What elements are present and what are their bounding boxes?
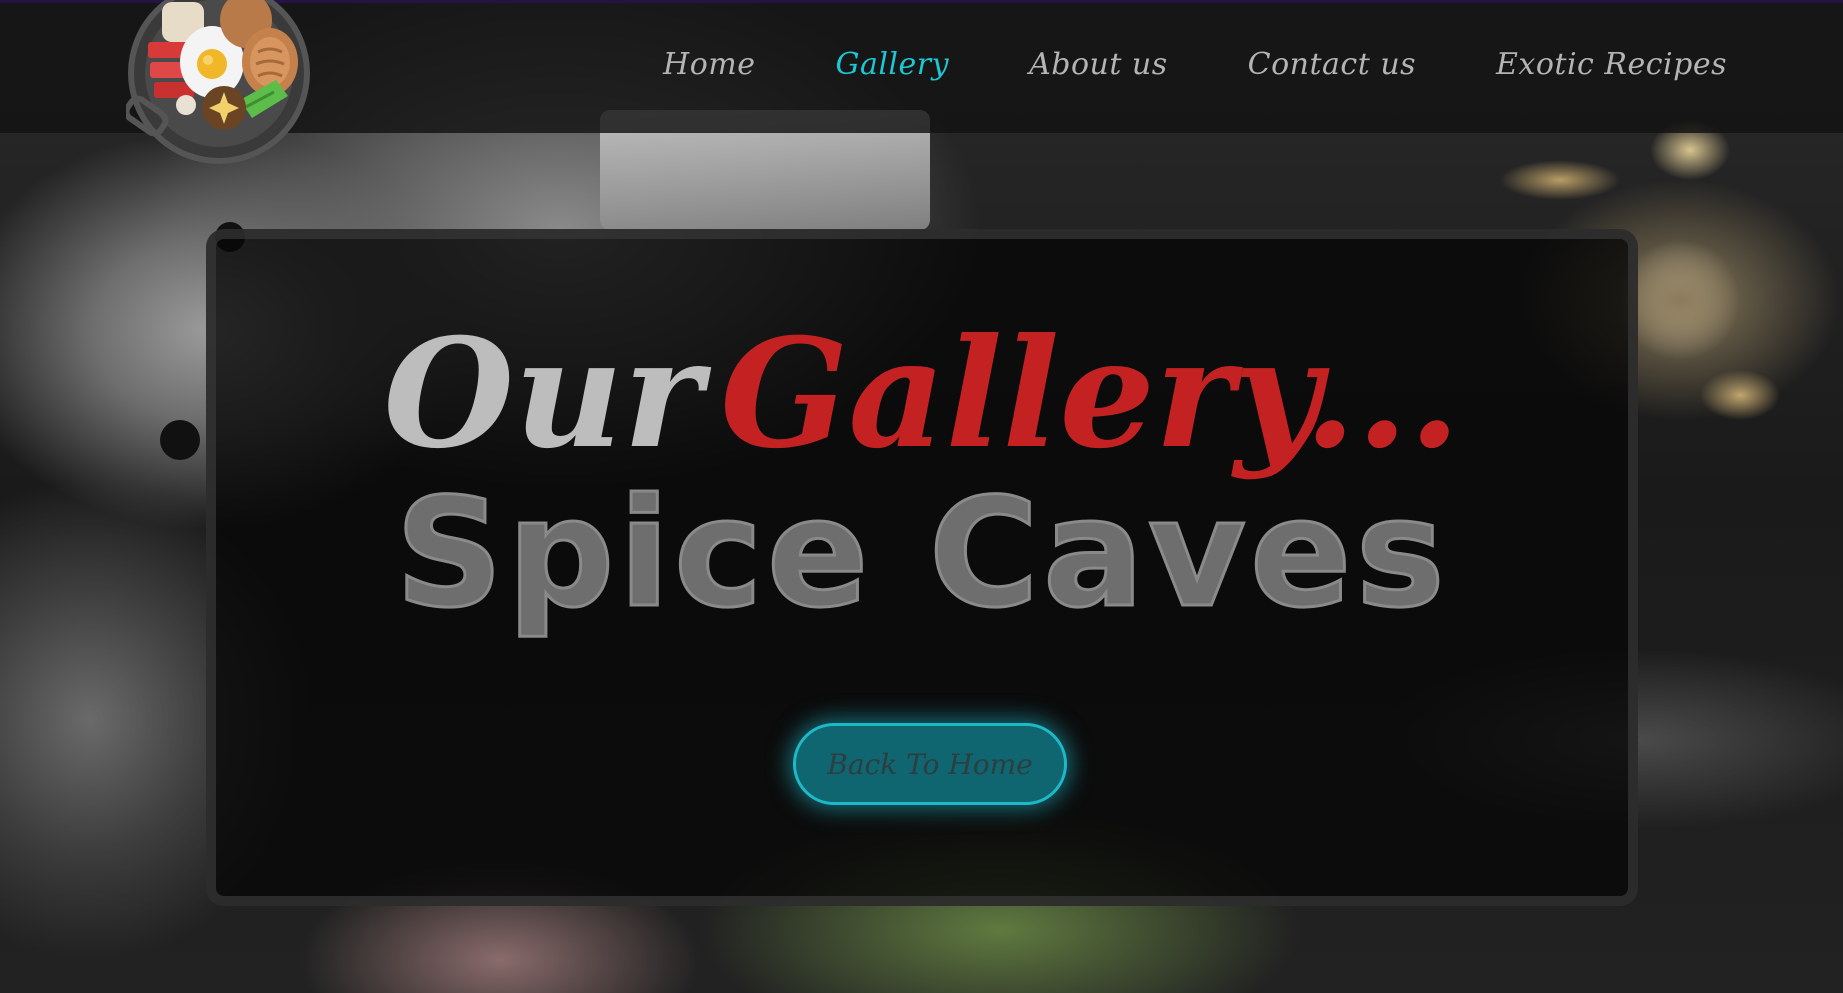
nav-item-gallery[interactable]: Gallery <box>835 47 949 82</box>
chef-button-dot <box>160 420 200 460</box>
nav-item-contact-us[interactable]: Contact us <box>1248 47 1416 82</box>
nav-item-about-us[interactable]: About us <box>1029 47 1168 82</box>
main-nav: Home Gallery About us Contact us Exotic … <box>663 47 1727 82</box>
brand-name: Spice Caves <box>394 467 1449 641</box>
page-title: Our Gallery... <box>216 319 1628 469</box>
title-word-gallery: Gallery... <box>720 306 1461 482</box>
hero-card: Our Gallery... Spice Caves Back To Home <box>206 229 1638 906</box>
nav-item-home[interactable]: Home <box>663 47 755 82</box>
nav-item-exotic-recipes[interactable]: Exotic Recipes <box>1496 47 1727 82</box>
site-logo[interactable] <box>123 0 312 166</box>
back-to-home-button[interactable]: Back To Home <box>793 723 1067 805</box>
page: Home Gallery About us Contact us Exotic … <box>0 0 1843 993</box>
breakfast-plate-icon <box>123 0 310 164</box>
title-word-our: Our <box>383 306 703 482</box>
